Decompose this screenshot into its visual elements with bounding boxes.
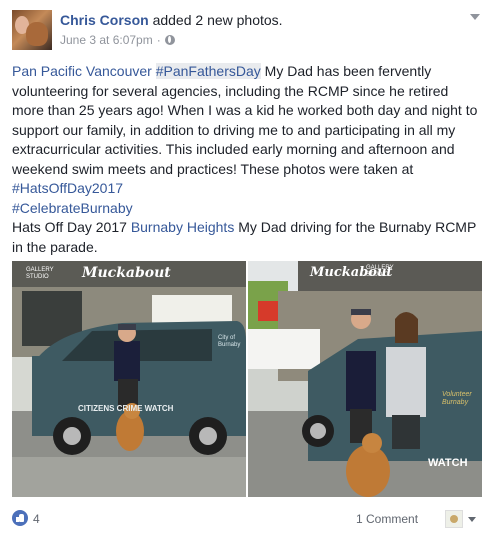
post-line-3: more than 25 years ago! When I was a kid…: [12, 102, 478, 118]
van-side-text-right: WATCH: [428, 457, 468, 469]
panfathersday-hashtag[interactable]: #PanFathersDay: [155, 63, 261, 79]
muckabout-sign-left: Muckabout: [82, 265, 171, 281]
page-avatar[interactable]: [445, 510, 463, 528]
chevron-down-icon[interactable]: [470, 14, 480, 20]
gallery-studio-right: GALLERY STUDIO: [366, 265, 394, 278]
photo-left[interactable]: Muckabout GALLERY STUDIO City of Burnaby…: [12, 261, 246, 497]
post-timestamp-link[interactable]: June 3 at 6:07pm: [60, 33, 153, 47]
photo-right[interactable]: Muckabout GALLERY STUDIO Volunteer Burna…: [248, 261, 482, 497]
post-text-segment: My Dad driving for the Burnaby RCMP: [238, 219, 477, 235]
hatsoffday-hashtag[interactable]: #HatsOffDay2017: [12, 179, 486, 199]
like-count[interactable]: 4: [33, 512, 40, 526]
author-name-link[interactable]: Chris Corson: [60, 12, 149, 28]
van-door-text-left: City of Burnaby: [218, 335, 241, 348]
comment-count-link[interactable]: 1 Comment: [356, 512, 418, 526]
thumbs-up-icon[interactable]: [12, 510, 28, 526]
celebrateburnaby-hashtag[interactable]: #CelebrateBurnaby: [12, 199, 486, 219]
meta-separator: ·: [156, 33, 161, 47]
post-action-text: added 2 new photos.: [152, 12, 283, 28]
author-line: Chris Corson added 2 new photos.: [60, 12, 283, 28]
pan-pacific-link[interactable]: Pan Pacific Vancouver: [12, 63, 152, 79]
post-text-segment: My Dad has been fervently: [264, 63, 432, 79]
van-side-text-left: CITIZENS CRIME WATCH: [78, 404, 174, 413]
van-logo-right: Volunteer Burnaby: [442, 391, 472, 406]
post-line-1: Pan Pacific Vancouver #PanFathersDay My …: [12, 62, 486, 82]
post-meta: June 3 at 6:07pm ·: [60, 33, 175, 47]
burnaby-heights-link[interactable]: Burnaby Heights: [131, 219, 235, 235]
chevron-down-icon[interactable]: [468, 517, 476, 522]
author-avatar[interactable]: [12, 10, 52, 50]
post-line-10: in the parade.: [12, 238, 98, 255]
post-header: Chris Corson added 2 new photos. June 3 …: [12, 10, 480, 52]
photo-grid: Muckabout GALLERY STUDIO City of Burnaby…: [12, 261, 482, 497]
post-line-5: extracurricular activities. This include…: [12, 141, 455, 157]
post-body: Pan Pacific Vancouver #PanFathersDay My …: [12, 62, 486, 257]
post-footer: 4 1 Comment: [12, 506, 480, 532]
avatar-dog: [26, 22, 48, 46]
globe-icon[interactable]: [164, 35, 175, 45]
post-text-segment: Hats Off Day 2017: [12, 219, 127, 235]
post-line-6: weekend swim meets and practices! These …: [12, 160, 414, 177]
post-line-4: support our family, in addition to drivi…: [12, 121, 456, 138]
post-line-9: Hats Off Day 2017 Burnaby Heights My Dad…: [12, 218, 486, 238]
photo-left-scene: [12, 261, 246, 497]
gallery-studio-left: GALLERY STUDIO: [26, 267, 54, 280]
post-line-2: volunteering for several agencies, inclu…: [12, 82, 449, 99]
